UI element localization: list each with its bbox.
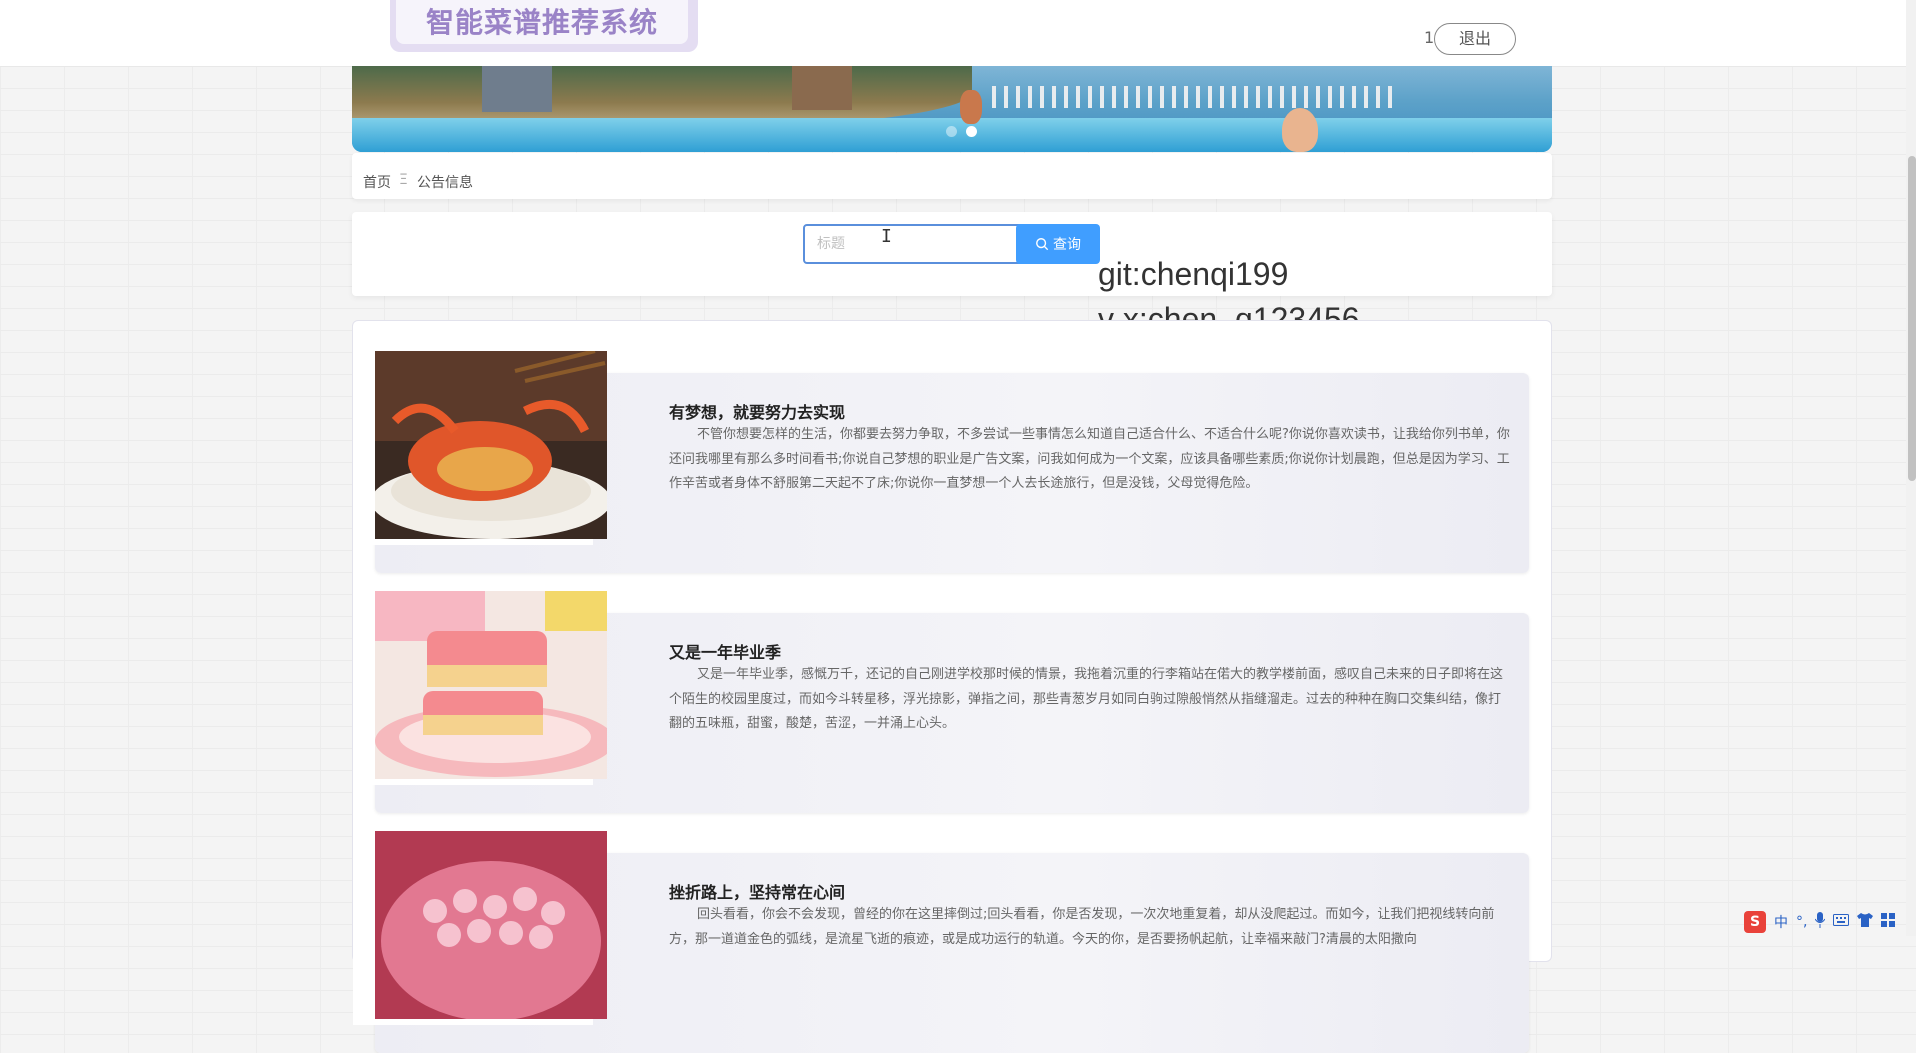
banner-figure <box>1282 108 1318 152</box>
scrollbar-thumb[interactable] <box>1908 156 1916 481</box>
breadcrumb: 首页 Ξ 公告信息 <box>352 153 1552 199</box>
announcement-card[interactable]: 又是一年毕业季 又是一年毕业季，感慨万千，还记的自己刚进学校那时候的情景，我拖着… <box>353 591 1529 813</box>
announcement-card[interactable]: 挫折路上，坚持常在心间 回头看看，你会不会发现，曾经的你在这里摔倒过;回头看看，… <box>353 831 1529 1053</box>
breadcrumb-separator: Ξ <box>399 172 408 188</box>
ime-toolbar: S 中 °, <box>1744 910 1896 934</box>
keyboard-icon[interactable] <box>1833 914 1850 930</box>
text-cursor-icon: I <box>881 226 892 247</box>
announcement-card[interactable]: 有梦想，就要努力去实现 不管你想要怎样的生活，你都要去努力争取，不多尝试一些事情… <box>353 351 1529 573</box>
app-title: 智能菜谱推荐系统 <box>396 0 688 44</box>
banner-fence <box>992 86 1392 108</box>
carousel-dot[interactable] <box>946 126 957 137</box>
search-button-label: 查询 <box>1053 236 1081 252</box>
pink-cake-image <box>375 591 607 779</box>
toolbox-grid-icon[interactable] <box>1881 913 1896 931</box>
watermark-line: git:chenqi199 <box>1098 256 1289 292</box>
search-button[interactable]: 查询 <box>1016 224 1100 264</box>
carousel-dot-active[interactable] <box>966 126 977 137</box>
announcement-excerpt: 不管你想要怎样的生活，你都要去努力争取，不多尝试一些事情怎么知道自己适合什么、不… <box>669 427 1510 491</box>
announcement-thumbnail[interactable] <box>353 351 607 545</box>
announcement-title[interactable]: 又是一年毕业季 <box>669 639 781 663</box>
announcement-thumbnail[interactable] <box>353 591 607 785</box>
user-id-label: 1 <box>1424 28 1435 47</box>
search-panel: 查询 <box>352 212 1552 296</box>
logout-button[interactable]: 退出 <box>1434 23 1516 55</box>
ime-language-toggle[interactable]: 中 <box>1774 912 1788 932</box>
banner-house <box>482 66 552 112</box>
announcement-excerpt: 又是一年毕业季，感慨万千，还记的自己刚进学校那时候的情景，我拖着沉重的行李箱站在… <box>669 667 1504 731</box>
ime-logo-icon[interactable]: S <box>1744 911 1766 933</box>
top-navbar: 智能菜谱推荐系统 1 退出 <box>0 0 1906 67</box>
microphone-icon[interactable] <box>1815 912 1826 932</box>
breadcrumb-current: 公告信息 <box>417 175 473 191</box>
announcement-list: 有梦想，就要努力去实现 不管你想要怎样的生活，你都要去努力争取，不多尝试一些事情… <box>352 320 1552 1053</box>
app-logo: 智能菜谱推荐系统 <box>390 0 698 52</box>
announcement-title[interactable]: 挫折路上，坚持常在心间 <box>669 879 845 903</box>
banner-stall <box>792 66 852 110</box>
banner-carousel[interactable] <box>352 66 1552 152</box>
search-icon <box>1036 238 1049 251</box>
search-input[interactable] <box>803 224 1027 264</box>
ime-punctuation-icon[interactable]: °, <box>1796 914 1807 930</box>
crab-dish-image <box>375 351 607 539</box>
breadcrumb-home-link[interactable]: 首页 <box>363 172 391 192</box>
announcement-thumbnail[interactable] <box>353 831 607 1025</box>
announcement-title[interactable]: 有梦想，就要努力去实现 <box>669 399 845 423</box>
pink-candy-image <box>375 831 607 1019</box>
skin-shirt-icon[interactable] <box>1857 913 1874 931</box>
announcement-excerpt: 回头看看，你会不会发现，曾经的你在这里摔倒过;回头看看，你是否发现，一次次地重复… <box>669 907 1495 947</box>
banner-figure <box>960 90 982 124</box>
